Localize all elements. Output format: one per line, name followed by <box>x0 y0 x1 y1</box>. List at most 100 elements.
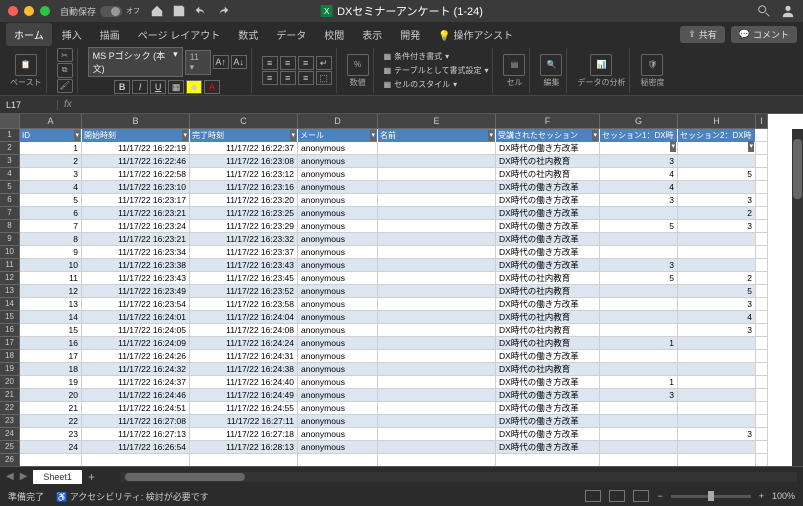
cell[interactable]: anonymous <box>298 272 378 285</box>
cell[interactable]: anonymous <box>298 207 378 220</box>
cell[interactable]: 11/17/22 16:23:10 <box>82 181 190 194</box>
cell[interactable]: 11/17/22 16:23:43 <box>82 272 190 285</box>
table-column-header[interactable]: ID <box>20 129 82 142</box>
number-format-icon[interactable]: % <box>347 54 369 76</box>
cell[interactable]: 11/17/22 16:23:49 <box>82 285 190 298</box>
cell[interactable]: 11/17/22 16:23:21 <box>82 233 190 246</box>
copy-icon[interactable]: ⧉ <box>57 63 73 77</box>
row-header[interactable]: 19 <box>0 363 20 376</box>
cell[interactable] <box>378 168 496 181</box>
cell-style-button[interactable]: ▦ セルのスタイル ▾ <box>384 78 458 91</box>
cell[interactable]: DX時代の働き方改革 <box>496 207 600 220</box>
column-header[interactable]: A <box>20 114 82 129</box>
comments-button[interactable]: 💬 コメント <box>731 26 797 43</box>
cell[interactable] <box>678 363 756 376</box>
cell[interactable]: 11/17/22 16:23:20 <box>190 194 298 207</box>
row-header[interactable]: 8 <box>0 220 20 233</box>
tab-view[interactable]: 表示 <box>354 23 390 46</box>
cell[interactable] <box>756 454 768 466</box>
cell[interactable]: 11/17/22 16:24:09 <box>82 337 190 350</box>
zoom-out-button[interactable]: − <box>657 491 662 501</box>
fx-icon[interactable]: fx <box>58 99 78 110</box>
cell[interactable]: 3 <box>678 298 756 311</box>
cell[interactable]: 11/17/22 16:23:37 <box>190 246 298 259</box>
cell[interactable]: anonymous <box>298 402 378 415</box>
cell[interactable]: 11/17/22 16:23:12 <box>190 168 298 181</box>
cell[interactable]: DX時代の働き方改革 <box>496 246 600 259</box>
user-icon[interactable] <box>781 4 795 18</box>
column-header[interactable]: D <box>298 114 378 129</box>
cell[interactable] <box>678 233 756 246</box>
row-header[interactable]: 2 <box>0 142 20 155</box>
spreadsheet-grid[interactable]: ABCDEFGHI1ID開始時刻完了時刻メール名前受講されたセッションセッション… <box>0 114 803 466</box>
sheet-tab[interactable]: Sheet1 <box>33 470 82 484</box>
row-header[interactable]: 5 <box>0 181 20 194</box>
cell[interactable]: DX時代の社内教育 <box>496 324 600 337</box>
cell[interactable]: 5 <box>678 168 756 181</box>
cell[interactable]: 3 <box>678 194 756 207</box>
cell[interactable]: DX時代の社内教育 <box>496 363 600 376</box>
fill-color-button[interactable]: ◆ <box>186 80 202 94</box>
undo-icon[interactable] <box>194 4 208 18</box>
cell[interactable]: 3 <box>678 428 756 441</box>
cell[interactable] <box>756 389 768 402</box>
page-layout-view-icon[interactable] <box>609 490 625 502</box>
cell[interactable]: 3 <box>20 168 82 181</box>
cell[interactable]: anonymous <box>298 259 378 272</box>
cell[interactable]: anonymous <box>298 142 378 155</box>
tab-home[interactable]: ホーム <box>6 23 52 46</box>
cell[interactable] <box>298 454 378 466</box>
align-mid-icon[interactable]: ≡ <box>280 56 296 70</box>
cell[interactable]: 11/17/22 16:23:21 <box>82 207 190 220</box>
cell[interactable] <box>756 142 768 155</box>
cell[interactable]: DX時代の働き方改革 <box>496 402 600 415</box>
cell[interactable]: 3 <box>678 220 756 233</box>
page-break-view-icon[interactable] <box>633 490 649 502</box>
add-sheet-button[interactable]: + <box>88 470 95 484</box>
cell[interactable]: DX時代の働き方改革 <box>496 441 600 454</box>
cell[interactable] <box>378 428 496 441</box>
editing-icon[interactable]: 🔍 <box>540 54 562 76</box>
cell[interactable]: DX時代の働き方改革 <box>496 220 600 233</box>
cell[interactable]: 11/17/22 16:27:18 <box>190 428 298 441</box>
tab-insert[interactable]: 挿入 <box>54 23 90 46</box>
cell[interactable]: 11/17/22 16:24:51 <box>82 402 190 415</box>
font-size-select[interactable]: 11 ▾ <box>185 50 211 75</box>
cell[interactable] <box>378 298 496 311</box>
cell[interactable]: DX時代の社内教育 <box>496 272 600 285</box>
format-painter-icon[interactable]: 🖌 <box>57 79 73 93</box>
sensitivity-icon[interactable]: 🛡 <box>641 54 663 76</box>
cell[interactable] <box>600 415 678 428</box>
cell[interactable] <box>756 350 768 363</box>
cell[interactable]: 11/17/22 16:23:08 <box>190 155 298 168</box>
cell[interactable]: 3 <box>600 389 678 402</box>
table-column-header[interactable]: セッション1：DX時代の <box>600 129 678 142</box>
cell[interactable]: 11/17/22 16:23:16 <box>190 181 298 194</box>
cell[interactable]: anonymous <box>298 155 378 168</box>
cell[interactable]: 1 <box>20 142 82 155</box>
cell[interactable]: DX時代の社内教育 <box>496 337 600 350</box>
merge-icon[interactable]: ⬚ <box>316 71 332 85</box>
cell[interactable]: DX時代の働き方改革 <box>496 181 600 194</box>
cell[interactable] <box>678 259 756 272</box>
cell[interactable]: DX時代の働き方改革 <box>496 233 600 246</box>
cell[interactable] <box>600 363 678 376</box>
normal-view-icon[interactable] <box>585 490 601 502</box>
font-color-button[interactable]: A <box>204 80 220 94</box>
cell[interactable]: 6 <box>20 207 82 220</box>
row-header[interactable]: 10 <box>0 246 20 259</box>
cell[interactable] <box>678 441 756 454</box>
cell[interactable]: 11/17/22 16:24:08 <box>190 324 298 337</box>
maximize-icon[interactable] <box>40 6 50 16</box>
cell[interactable]: anonymous <box>298 168 378 181</box>
cell[interactable] <box>378 454 496 466</box>
zoom-level[interactable]: 100% <box>772 491 795 501</box>
sheet-nav-prev-icon[interactable]: ◀ <box>6 471 14 482</box>
cell[interactable]: anonymous <box>298 376 378 389</box>
cell[interactable] <box>378 389 496 402</box>
cell[interactable]: 23 <box>20 428 82 441</box>
cell[interactable] <box>756 415 768 428</box>
share-button[interactable]: ⇪ 共有 <box>680 26 725 43</box>
sheet-nav-next-icon[interactable]: ▶ <box>20 471 28 482</box>
format-table-button[interactable]: ▦ テーブルとして書式設定 ▾ <box>384 64 489 77</box>
